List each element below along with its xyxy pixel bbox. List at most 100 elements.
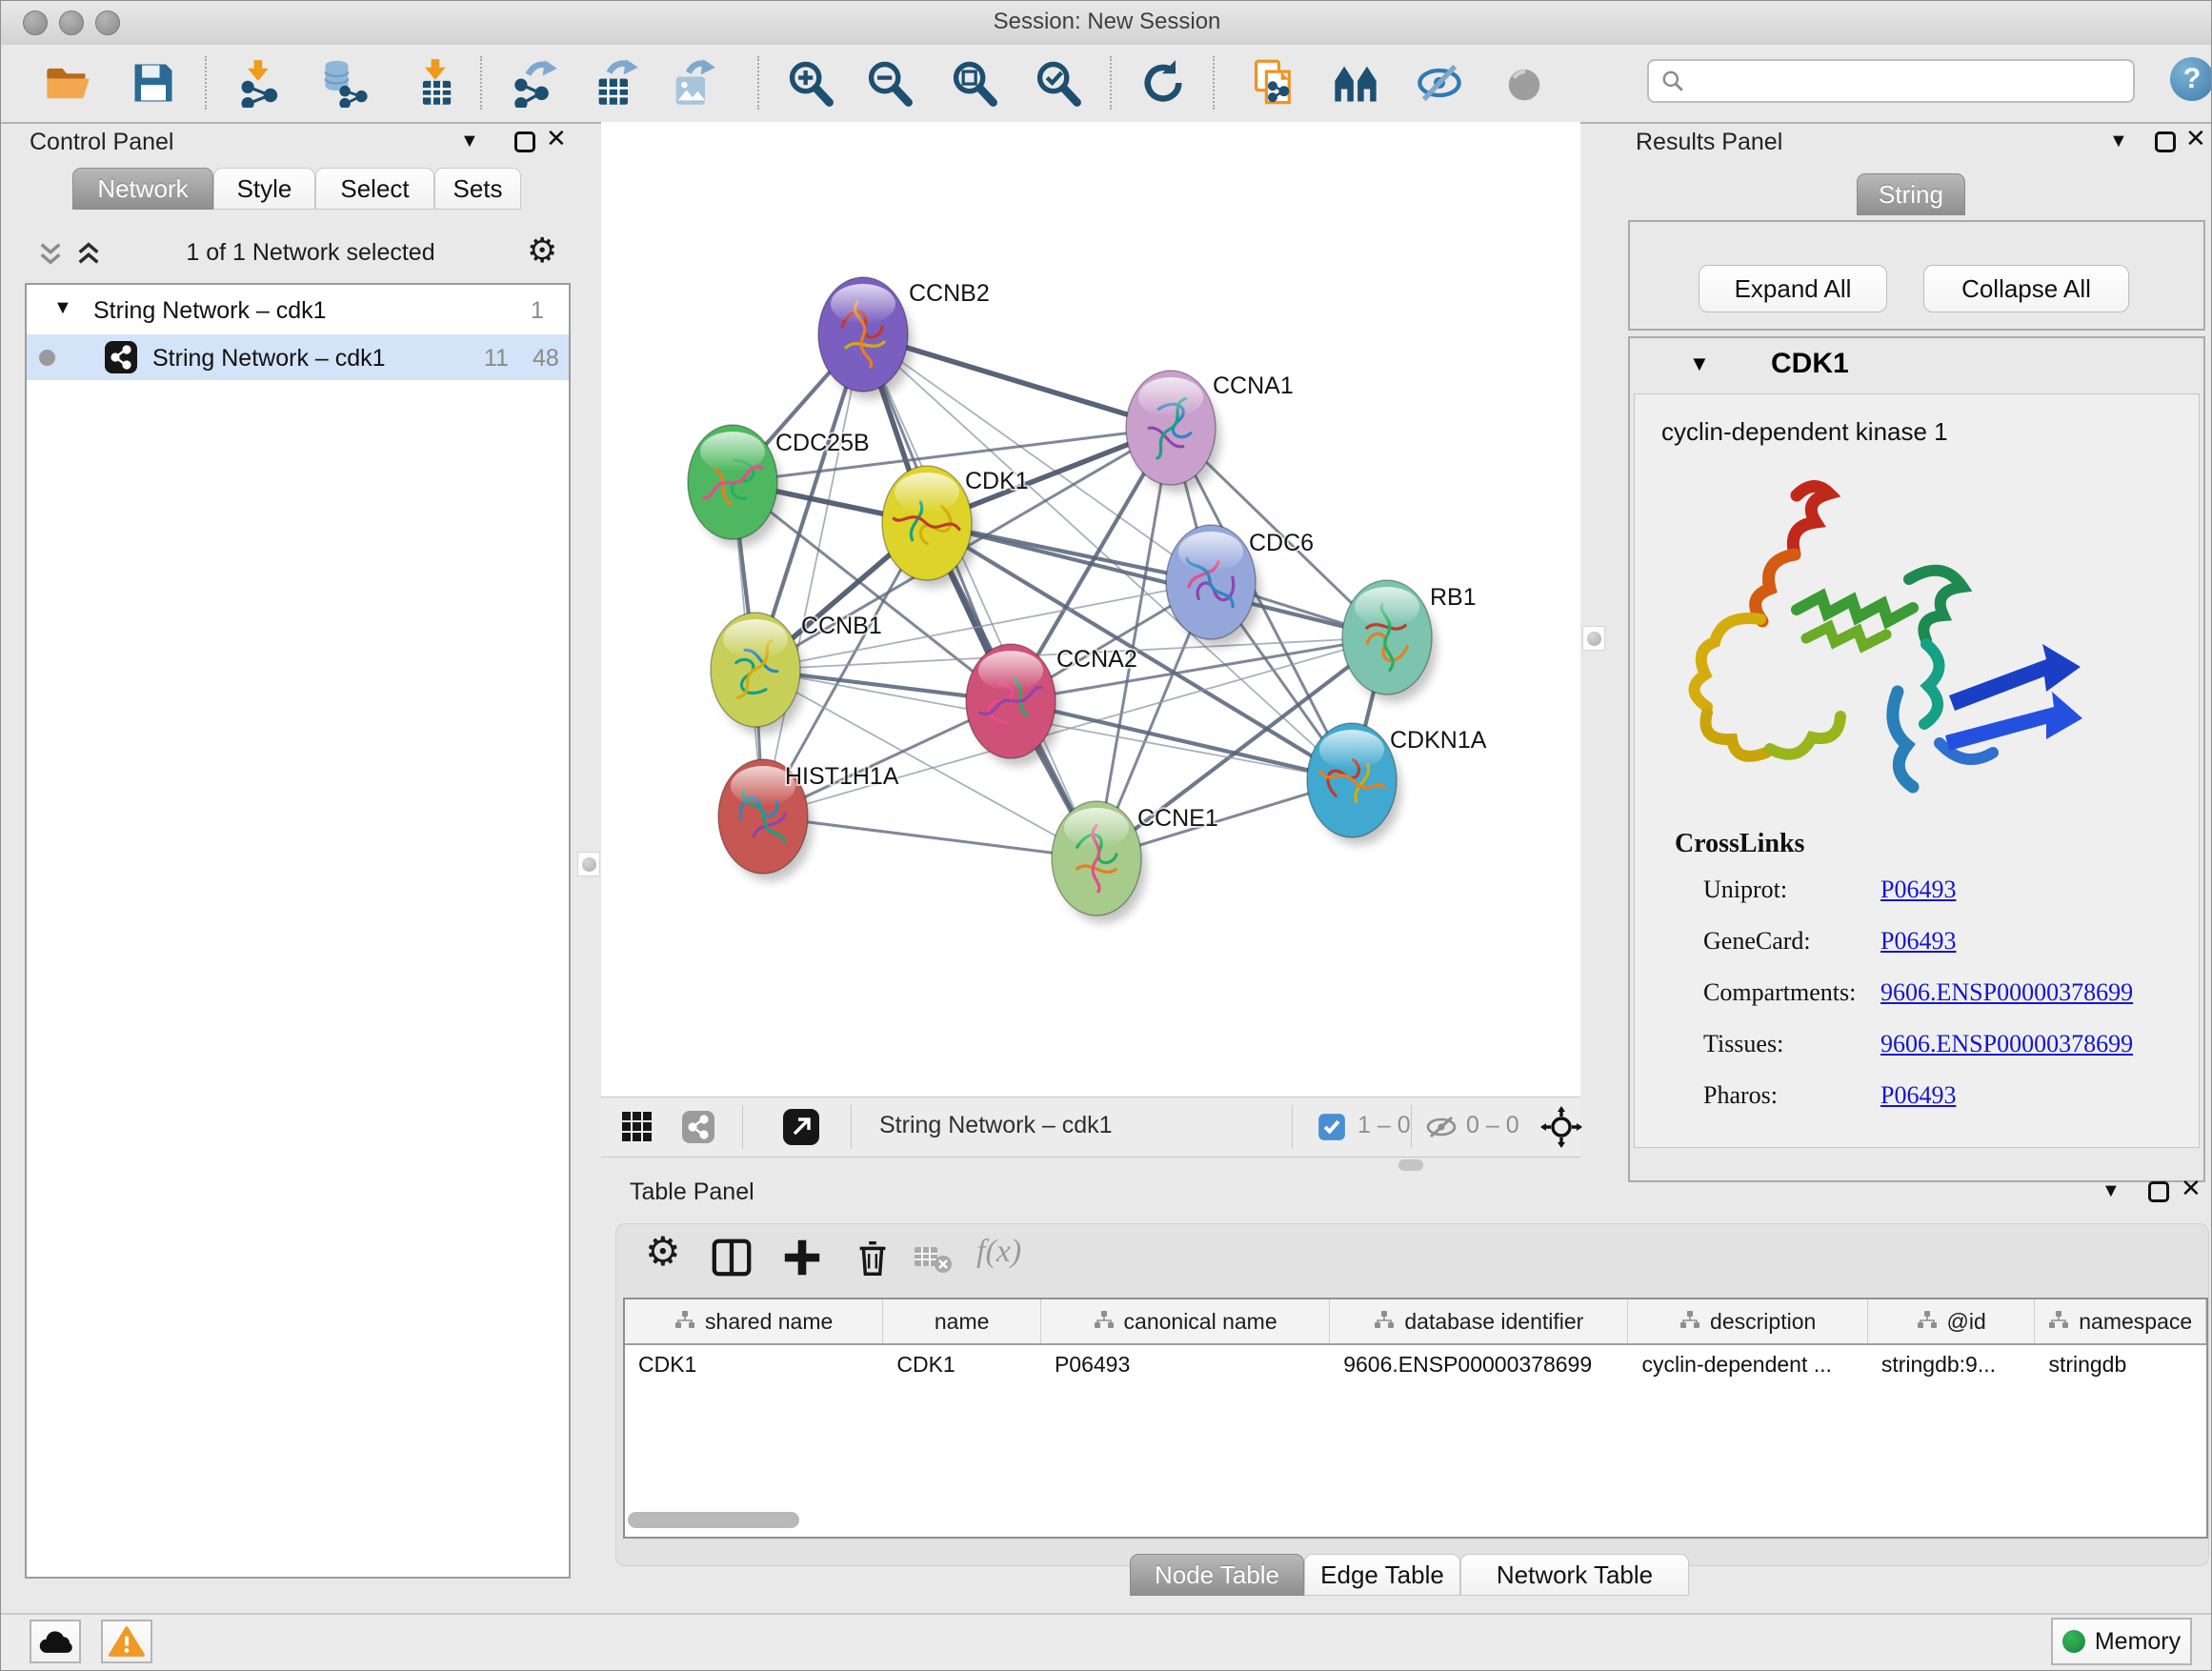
fit-selected-crosshair-icon[interactable] bbox=[1540, 1106, 1582, 1153]
function-builder-button[interactable]: f(x) bbox=[976, 1234, 1062, 1281]
zoom-out-icon[interactable] bbox=[864, 58, 914, 108]
expand-all-button[interactable]: Expand All bbox=[1699, 265, 1887, 312]
network-options-gear-icon[interactable]: ⚙ bbox=[527, 233, 557, 268]
import-network-database-icon[interactable] bbox=[319, 58, 369, 108]
crosslink-link[interactable]: 9606.ENSP00000378699 bbox=[1880, 978, 2133, 1007]
zoom-in-icon[interactable] bbox=[785, 58, 835, 108]
crosslink-link[interactable]: P06493 bbox=[1880, 876, 1956, 904]
column-header-namespace[interactable]: namespace bbox=[2035, 1299, 2206, 1343]
cloud-button[interactable] bbox=[30, 1620, 81, 1663]
open-session-icon[interactable] bbox=[43, 58, 92, 108]
network-edge[interactable] bbox=[763, 816, 1096, 858]
network-edge[interactable] bbox=[1011, 701, 1352, 780]
network-node-CCNA2[interactable] bbox=[966, 644, 1060, 766]
tab-node-table[interactable]: Node Table bbox=[1130, 1554, 1304, 1596]
export-network-icon[interactable] bbox=[510, 58, 559, 108]
panel-close-icon[interactable]: ✕ bbox=[2185, 124, 2206, 153]
detach-view-icon[interactable] bbox=[782, 1108, 820, 1151]
collection-expander-icon[interactable]: ▼ bbox=[53, 297, 72, 319]
network-grid-view-icon[interactable] bbox=[620, 1110, 654, 1149]
column-header-label: shared name bbox=[705, 1309, 833, 1335]
crosslink-link[interactable]: P06493 bbox=[1880, 1081, 1956, 1110]
table-cell[interactable]: CDK1 bbox=[883, 1345, 1041, 1387]
network-node-CCNB1[interactable] bbox=[711, 613, 805, 735]
hide-selected-icon[interactable] bbox=[1415, 58, 1464, 108]
table-row[interactable]: CDK1CDK1P064939606.ENSP00000378699cyclin… bbox=[625, 1345, 2206, 1387]
tab-network-table[interactable]: Network Table bbox=[1460, 1554, 1689, 1596]
string-network-graph[interactable]: CCNB2CCNA1CDC25BCDK1CDC6RB1CCNB1CCNA2CDK… bbox=[601, 122, 1580, 1097]
column-header-shared-name[interactable]: shared name bbox=[625, 1299, 883, 1343]
new-network-from-selection-icon[interactable] bbox=[1249, 58, 1298, 108]
network-edge[interactable] bbox=[927, 523, 1387, 637]
column-header-database-identifier[interactable]: database identifier bbox=[1330, 1299, 1628, 1343]
apply-layout-icon[interactable] bbox=[1138, 58, 1188, 108]
network-edge[interactable] bbox=[763, 334, 863, 816]
import-network-file-icon[interactable] bbox=[234, 58, 284, 108]
panel-close-icon[interactable]: ✕ bbox=[546, 124, 567, 153]
first-neighbors-icon[interactable] bbox=[1331, 58, 1380, 108]
tab-sets[interactable]: Sets bbox=[434, 168, 521, 210]
network-row[interactable]: String Network – cdk1 11 48 bbox=[27, 334, 569, 380]
tab-network[interactable]: Network bbox=[72, 168, 213, 210]
panel-menu-icon[interactable]: ▼ bbox=[2109, 131, 2128, 152]
panel-float-icon[interactable] bbox=[2148, 1181, 2169, 1202]
network-node-RB1[interactable] bbox=[1342, 580, 1437, 702]
network-node-CCNA1[interactable] bbox=[1126, 371, 1220, 493]
crosslink-link[interactable]: 9606.ENSP00000378699 bbox=[1880, 1030, 2133, 1058]
collapse-all-button[interactable]: Collapse All bbox=[1923, 265, 2129, 312]
export-table-icon[interactable] bbox=[591, 58, 640, 108]
panel-menu-icon[interactable]: ▼ bbox=[2101, 1180, 2121, 1202]
graphics-details-icon[interactable] bbox=[1499, 58, 1549, 108]
horizontal-scrollbar[interactable] bbox=[628, 1512, 799, 1528]
panel-menu-icon[interactable]: ▼ bbox=[460, 131, 479, 152]
memory-button[interactable]: Memory bbox=[2051, 1618, 2192, 1665]
delete-column-icon[interactable] bbox=[851, 1236, 898, 1283]
table-options-gear-icon[interactable]: ⚙ bbox=[645, 1232, 693, 1279]
network-collection-row[interactable]: ▼ String Network – cdk1 1 bbox=[27, 289, 569, 334]
network-node-CDC6[interactable] bbox=[1166, 525, 1260, 647]
right-splitter-handle[interactable] bbox=[1582, 626, 1605, 651]
table-cell[interactable]: CDK1 bbox=[625, 1345, 883, 1387]
add-column-icon[interactable] bbox=[780, 1236, 828, 1283]
network-node-CCNE1[interactable] bbox=[1052, 801, 1146, 923]
left-splitter-handle[interactable] bbox=[577, 852, 600, 876]
node-table[interactable]: shared name namecanonical namedatabase id… bbox=[623, 1298, 2208, 1539]
crosslink-link[interactable]: P06493 bbox=[1880, 927, 1956, 956]
network-node-CDKN1A[interactable] bbox=[1307, 723, 1401, 845]
expand-all-networks-icon[interactable] bbox=[73, 237, 104, 274]
search-input[interactable] bbox=[1693, 68, 2133, 94]
save-session-icon[interactable] bbox=[129, 58, 178, 108]
column-header--id[interactable]: @id bbox=[1868, 1299, 2036, 1343]
help-button[interactable]: ? bbox=[2170, 57, 2212, 101]
column-header-canonical-name[interactable]: canonical name bbox=[1041, 1299, 1330, 1343]
import-table-file-icon[interactable] bbox=[412, 58, 461, 108]
network-node-CDK1[interactable] bbox=[882, 466, 976, 588]
tab-string[interactable]: String bbox=[1857, 173, 1965, 215]
column-header-name[interactable]: name bbox=[883, 1299, 1041, 1343]
gene-card-expander-icon[interactable]: ▼ bbox=[1689, 352, 1710, 376]
zoom-selected-icon[interactable] bbox=[1033, 58, 1082, 108]
export-image-icon[interactable] bbox=[668, 58, 717, 108]
selected-checkbox-icon[interactable] bbox=[1317, 1113, 1346, 1146]
table-cell[interactable]: stringdb:9... bbox=[1868, 1345, 2036, 1387]
zoom-fit-icon[interactable] bbox=[949, 58, 998, 108]
table-cell[interactable]: 9606.ENSP00000378699 bbox=[1330, 1345, 1628, 1387]
network-canvas[interactable]: CCNB2CCNA1CDC25BCDK1CDC6RB1CCNB1CCNA2CDK… bbox=[601, 122, 1580, 1097]
tab-style[interactable]: Style bbox=[213, 168, 315, 210]
bottom-splitter-handle[interactable] bbox=[1398, 1159, 1423, 1171]
tab-edge-table[interactable]: Edge Table bbox=[1304, 1554, 1460, 1596]
column-header-description[interactable]: description bbox=[1628, 1299, 1867, 1343]
show-columns-icon[interactable] bbox=[710, 1236, 757, 1283]
panel-float-icon[interactable] bbox=[2155, 131, 2176, 152]
tab-select[interactable]: Select bbox=[315, 168, 434, 210]
table-cell[interactable]: P06493 bbox=[1041, 1345, 1330, 1387]
network-view-icon[interactable] bbox=[681, 1110, 715, 1149]
table-cell[interactable]: cyclin-dependent ... bbox=[1628, 1345, 1867, 1387]
panel-close-icon[interactable]: ✕ bbox=[2181, 1174, 2202, 1203]
table-cell[interactable]: stringdb bbox=[2035, 1345, 2206, 1387]
search-field[interactable] bbox=[1647, 59, 2135, 103]
warnings-button[interactable] bbox=[101, 1620, 152, 1663]
panel-float-icon[interactable] bbox=[514, 131, 535, 152]
collapse-all-networks-icon[interactable] bbox=[35, 237, 66, 274]
network-node-CCNB2[interactable] bbox=[818, 277, 913, 399]
